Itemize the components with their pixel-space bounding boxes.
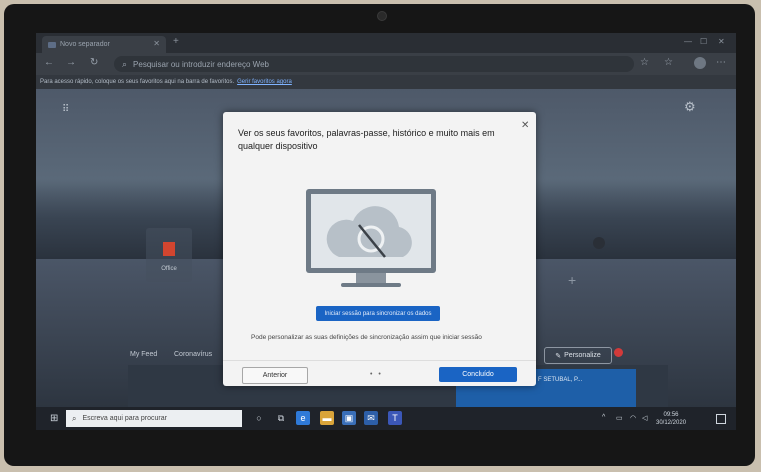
file-explorer-icon[interactable]: ▬ [320, 411, 334, 425]
forward-icon[interactable]: → [66, 57, 76, 68]
notification-icon[interactable] [614, 348, 623, 357]
favorite-star-icon[interactable]: ☆ [640, 57, 649, 68]
address-bar[interactable]: ⌕ Pesquisar ou introduzir endereço Web [114, 56, 634, 72]
tab-strip: Novo separador ✕ + — ☐ ✕ [36, 33, 736, 53]
webcam [377, 11, 387, 21]
search-icon: ⌕ [72, 413, 77, 423]
taskbar-search-placeholder: Escreva aqui para procurar [82, 415, 167, 422]
apps-grid-icon[interactable]: ⠿ [62, 104, 69, 115]
dialog-info-text: Pode personalizar as suas definições de … [251, 334, 482, 341]
quick-link-label: Office [161, 266, 177, 272]
tab-my-feed[interactable]: My Feed [130, 351, 157, 358]
cloud-sync-icon [306, 189, 436, 287]
maximize-icon[interactable]: ☐ [700, 37, 707, 46]
pencil-icon: ✎ [555, 352, 562, 360]
action-center-icon[interactable] [716, 414, 726, 424]
tray-arrow-icon[interactable]: ^ [602, 414, 605, 421]
store-icon[interactable]: ▣ [342, 411, 356, 425]
sync-dialog: Ver os seus favoritos, palavras-passe, h… [223, 112, 536, 386]
more-icon[interactable]: ⋯ [716, 57, 726, 68]
back-button[interactable]: Anterior [242, 367, 308, 384]
dialog-title: Ver os seus favoritos, palavras-passe, h… [238, 128, 495, 151]
windows-start-icon[interactable]: ⊞ [50, 413, 58, 424]
mail-icon[interactable]: ✉ [364, 411, 378, 425]
clock-time: 09:56 [663, 412, 679, 418]
sign-in-sync-button[interactable]: Iniciar sessão para sincronizar os dados [316, 306, 440, 321]
personalize-label: Personalize [564, 352, 601, 359]
back-icon[interactable]: ← [44, 57, 54, 68]
personalize-button[interactable]: ✎ Personalize [544, 347, 612, 364]
tab-page-icon [48, 41, 56, 48]
clock-date: 30/12/2020 [656, 420, 687, 426]
clock[interactable]: 09:56 30/12/2020 [656, 411, 686, 427]
favorites-bar: Para acesso rápido, coloque os seus favo… [36, 75, 736, 89]
tab-title: Novo separador [60, 41, 110, 48]
add-site-icon[interactable]: + [568, 272, 576, 288]
address-placeholder: Pesquisar ou introduzir endereço Web [133, 59, 269, 69]
network-icon[interactable]: ◠ [630, 414, 636, 422]
circle-icon [593, 237, 605, 249]
taskbar: ⊞ ⌕ Escreva aqui para procurar ○ ⧉ e ▬ ▣… [36, 407, 736, 430]
battery-icon[interactable]: ▭ [616, 414, 623, 422]
taskbar-search[interactable]: ⌕ Escreva aqui para procurar [66, 410, 242, 427]
manage-favorites-link[interactable]: Gerir favoritos agora [237, 79, 292, 85]
favorites-icon[interactable]: ☆ [664, 57, 673, 68]
close-icon[interactable]: ✕ [521, 120, 529, 131]
task-view-icon[interactable]: ⧉ [274, 411, 288, 425]
favorites-bar-text: Para acesso rápido, coloque os seus favo… [40, 79, 235, 85]
refresh-icon[interactable]: ↻ [90, 57, 98, 68]
close-window-icon[interactable]: ✕ [718, 37, 725, 46]
screen: Novo separador ✕ + — ☐ ✕ ← → ↻ ⌕ Pesquis… [36, 33, 736, 430]
tab-coronavirus[interactable]: Coronavírus [174, 351, 212, 358]
done-button[interactable]: Concluído [439, 367, 517, 382]
quick-link-office[interactable]: Office [146, 228, 192, 282]
teams-icon[interactable]: T [388, 411, 402, 425]
news-card-text: F SETUBAL, P... [538, 377, 583, 383]
close-tab-icon[interactable]: ✕ [153, 39, 160, 48]
search-icon: ⌕ [122, 58, 128, 69]
browser-toolbar: ← → ↻ ⌕ Pesquisar ou introduzir endereço… [36, 53, 736, 75]
volume-icon[interactable]: ◁ [642, 414, 647, 422]
browser-tab[interactable]: Novo separador ✕ [42, 36, 166, 53]
profile-avatar[interactable] [694, 57, 706, 69]
page-indicator: • • [370, 371, 383, 378]
settings-icon[interactable]: ⚙ [684, 99, 696, 115]
new-tab-icon[interactable]: + [173, 36, 179, 47]
office-icon [163, 242, 175, 256]
dialog-footer: Anterior • • Concluído [223, 360, 536, 387]
cortana-icon[interactable]: ○ [252, 411, 266, 425]
edge-icon[interactable]: e [296, 411, 310, 425]
minimize-icon[interactable]: — [684, 37, 692, 46]
